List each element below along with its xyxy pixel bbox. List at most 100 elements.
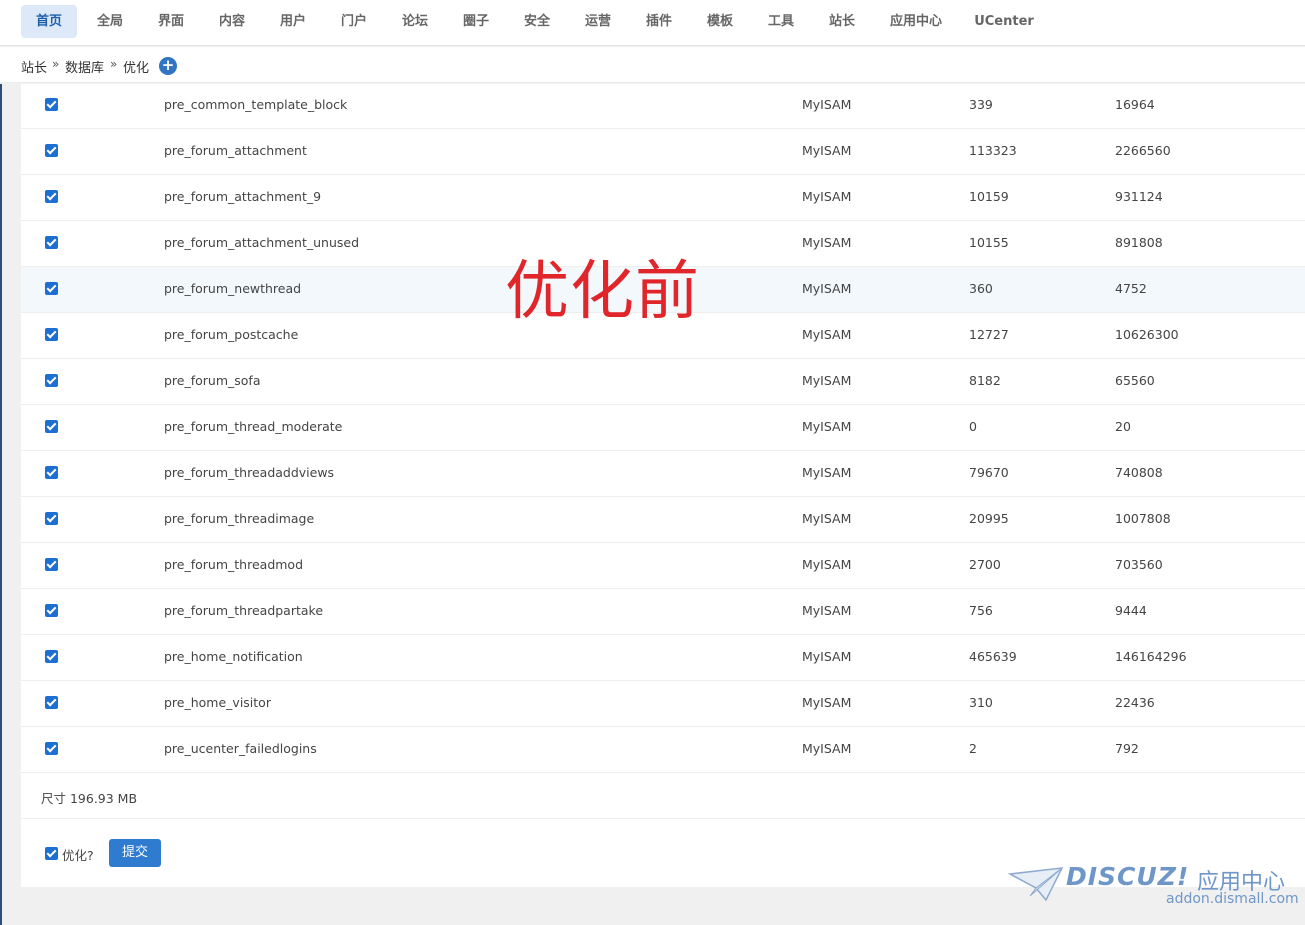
table-row: pre_forum_threadimage MyISAM 20995 1007808	[21, 497, 1305, 543]
row-checkbox[interactable]	[45, 512, 58, 525]
data-size-cell: 1007808	[1115, 511, 1171, 526]
tab-ucenter[interactable]: UCenter	[970, 5, 1038, 38]
table-name-cell: pre_forum_attachment_9	[164, 189, 322, 204]
tab-global[interactable]: 全局	[86, 5, 134, 38]
rows-count-cell: 20995	[969, 511, 1009, 526]
table-name-cell: pre_forum_threadaddviews	[164, 465, 335, 480]
plus-circle-icon[interactable]: +	[159, 57, 177, 75]
table-name-cell: pre_forum_thread_moderate	[164, 419, 343, 434]
row-checkbox[interactable]	[45, 374, 58, 387]
table-row: pre_home_visitor MyISAM 310 22436	[21, 681, 1305, 727]
breadcrumb-item-database[interactable]: 数据库	[65, 57, 104, 76]
table-name-cell: pre_forum_attachment_unused	[164, 235, 360, 250]
engine-cell: MyISAM	[802, 97, 852, 112]
tab-operation[interactable]: 运营	[574, 5, 622, 38]
row-checkbox[interactable]	[45, 420, 58, 433]
watermark-brand: DISCUZ!	[1066, 862, 1190, 891]
data-size-cell: 9444	[1115, 603, 1147, 618]
tab-home[interactable]: 首页	[21, 5, 77, 38]
tab-templates[interactable]: 模板	[696, 5, 744, 38]
table-name-cell: pre_forum_threadimage	[164, 511, 315, 526]
tab-portal[interactable]: 门户	[330, 5, 378, 38]
row-checkbox[interactable]	[45, 604, 58, 617]
data-size-cell: 2266560	[1115, 143, 1171, 158]
rows-count-cell: 310	[969, 695, 993, 710]
table-row: pre_forum_threadmod MyISAM 2700 703560	[21, 543, 1305, 589]
engine-cell: MyISAM	[802, 649, 852, 664]
tab-tools[interactable]: 工具	[757, 5, 805, 38]
table-row: pre_forum_sofa MyISAM 8182 65560	[21, 359, 1305, 405]
row-checkbox[interactable]	[45, 98, 58, 111]
tab-content[interactable]: 内容	[208, 5, 256, 38]
tab-group[interactable]: 圈子	[452, 5, 500, 38]
tab-forum[interactable]: 论坛	[391, 5, 439, 38]
table-name-cell: pre_ucenter_failedlogins	[164, 741, 317, 756]
optimize-label: 优化?	[62, 848, 94, 863]
rows-count-cell: 2700	[969, 557, 1001, 572]
table-name-cell: pre_forum_newthread	[164, 281, 302, 296]
table-name-cell: pre_home_visitor	[164, 695, 271, 710]
row-checkbox[interactable]	[45, 742, 58, 755]
engine-cell: MyISAM	[802, 143, 852, 158]
data-size-cell: 891808	[1115, 235, 1163, 250]
table-row: pre_forum_threadaddviews MyISAM 79670 74080…	[21, 451, 1305, 497]
rows-count-cell: 2	[969, 741, 977, 756]
row-checkbox[interactable]	[45, 558, 58, 571]
data-size-cell: 740808	[1115, 465, 1163, 480]
data-size-cell: 146164296	[1115, 649, 1187, 664]
sidebar-edge	[0, 84, 2, 925]
paper-plane-icon	[1008, 867, 1064, 902]
row-checkbox[interactable]	[45, 190, 58, 203]
table-row: pre_ucenter_failedlogins MyISAM 2 792	[21, 727, 1305, 773]
table-name-cell: pre_common_template_block	[164, 97, 348, 112]
engine-cell: MyISAM	[802, 327, 852, 342]
engine-cell: MyISAM	[802, 189, 852, 204]
data-size-cell: 10626300	[1115, 327, 1179, 342]
table-row: pre_forum_threadpartake MyISAM 756 9444	[21, 589, 1305, 635]
engine-cell: MyISAM	[802, 695, 852, 710]
rows-count-cell: 8182	[969, 373, 1001, 388]
engine-cell: MyISAM	[802, 741, 852, 756]
data-size-cell: 16964	[1115, 97, 1155, 112]
rows-count-cell: 10159	[969, 189, 1009, 204]
breadcrumb: 站长 » 数据库 » 优化	[0, 47, 1305, 83]
tab-users[interactable]: 用户	[269, 5, 317, 38]
breadcrumb-separator: »	[110, 57, 118, 71]
engine-cell: MyISAM	[802, 511, 852, 526]
breadcrumb-item-webmaster[interactable]: 站长	[21, 57, 47, 76]
data-size-cell: 4752	[1115, 281, 1147, 296]
submit-button[interactable]: 提交	[109, 839, 161, 867]
size-text: 尺寸 196.93 MB	[41, 791, 138, 806]
table-name-cell: pre_forum_sofa	[164, 373, 261, 388]
tab-plugins[interactable]: 插件	[635, 5, 683, 38]
row-checkbox[interactable]	[45, 236, 58, 249]
data-size-cell: 703560	[1115, 557, 1163, 572]
breadcrumb-item-optimize: 优化	[123, 61, 150, 76]
table-name-cell: pre_forum_attachment	[164, 143, 307, 158]
tab-security[interactable]: 安全	[513, 5, 561, 38]
tab-interface[interactable]: 界面	[147, 5, 195, 38]
table-name-cell: pre_forum_postcache	[164, 327, 299, 342]
tab-app-center[interactable]: 应用中心	[880, 5, 952, 38]
engine-cell: MyISAM	[802, 603, 852, 618]
rows-count-cell: 339	[969, 97, 993, 112]
table-row: pre_forum_thread_moderate MyISAM 0 20	[21, 405, 1305, 451]
data-size-cell: 22436	[1115, 695, 1155, 710]
size-summary: 尺寸 196.93 MB	[21, 773, 1305, 819]
row-checkbox[interactable]	[45, 144, 58, 157]
table-name-cell: pre_forum_threadpartake	[164, 603, 324, 618]
data-size-cell: 931124	[1115, 189, 1163, 204]
table-row: pre_forum_attachment MyISAM 113323 2266560	[21, 129, 1305, 175]
table-row: pre_forum_attachment_9 MyISAM 10159 931124	[21, 175, 1305, 221]
rows-count-cell: 113323	[969, 143, 1017, 158]
tab-webmaster[interactable]: 站长	[818, 5, 866, 38]
optimize-checkbox[interactable]	[45, 847, 58, 860]
row-checkbox[interactable]	[45, 650, 58, 663]
row-checkbox[interactable]	[45, 328, 58, 341]
row-checkbox[interactable]	[45, 282, 58, 295]
row-checkbox[interactable]	[45, 696, 58, 709]
data-size-cell: 792	[1115, 741, 1139, 756]
row-checkbox[interactable]	[45, 466, 58, 479]
table-row: pre_home_notification MyISAM 465639 1461642…	[21, 635, 1305, 681]
rows-count-cell: 12727	[969, 327, 1009, 342]
